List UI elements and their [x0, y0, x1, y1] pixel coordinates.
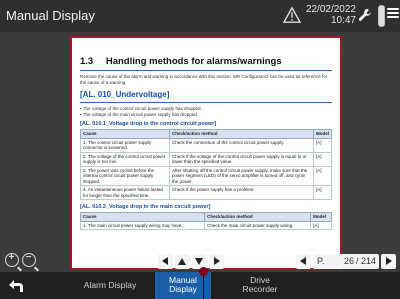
row-model: [A]: [312, 185, 333, 200]
pointer-cursor: [199, 267, 208, 276]
row-number: 3.: [83, 167, 87, 173]
cause-table-1: Cause Check/action method Model 1. The c…: [79, 129, 333, 200]
cause-table-2: Cause Check/action method Model 1. The m…: [79, 212, 332, 230]
row-cause: The main circuit power supply wiring may…: [87, 222, 185, 228]
row-check: Check if the power supply has a problem.: [169, 185, 314, 200]
next-page-icon: [386, 257, 392, 265]
col-check: Check/action method: [169, 129, 314, 139]
document-viewer[interactable]: 1.3 Handling methods for alarms/warnings…: [2, 32, 398, 272]
row-model: [A]: [312, 165, 333, 186]
col-cause: Cause: [79, 212, 206, 222]
date-text: 22/02/2022: [305, 4, 356, 15]
heading-rule: [80, 70, 332, 71]
scroll-left-button[interactable]: [158, 254, 173, 269]
row-model: [A]: [312, 137, 333, 153]
row-check: Check if the voltage of the control circ…: [169, 151, 314, 167]
col-model: Model: [312, 129, 333, 139]
col-check: Check/action method: [204, 212, 312, 222]
row-model: [A]: [310, 220, 332, 230]
row-check: Check the main circuit power supply wiri…: [204, 220, 312, 230]
back-icon[interactable]: [8, 279, 24, 293]
row-cause: An instantaneous power failure lasted fo…: [83, 187, 163, 198]
col-cause: Cause: [79, 129, 171, 139]
section-heading: 1.3 Handling methods for alarms/warnings: [80, 56, 332, 67]
warning-icon[interactable]: [283, 6, 301, 24]
zoom-out-icon[interactable]: −: [22, 252, 36, 267]
prev-page-button[interactable]: [296, 254, 311, 269]
wrench-icon[interactable]: [358, 8, 372, 22]
scroll-right-button[interactable]: [209, 254, 224, 269]
row-cause: The power was cycled before the internal…: [83, 167, 154, 184]
row-model: [A]: [312, 151, 333, 167]
tab-drive-recorder[interactable]: Drive Recorder: [232, 272, 288, 299]
page-indicator[interactable]: P. 26 / 214: [313, 254, 379, 269]
manual-page[interactable]: 1.3 Handling methods for alarms/warnings…: [70, 36, 342, 270]
row-cause: The control circuit power supply connect…: [83, 139, 152, 151]
arrow-left-icon: [162, 257, 168, 265]
header-bar: Manual Display 22/02/2022 10:47: [0, 0, 400, 32]
arrow-right-icon: [214, 257, 220, 265]
section-number: 1.3: [80, 56, 94, 67]
subheading-1: [AL. 010.1_Voltage drop in the control c…: [80, 121, 217, 127]
menu-icon[interactable]: [387, 8, 399, 20]
next-page-button[interactable]: [381, 254, 396, 269]
gauge-icon[interactable]: [378, 5, 385, 27]
row-cause: The voltage of the control circuit power…: [83, 153, 166, 165]
time-text: 10:47: [330, 15, 356, 26]
prev-page-icon: [300, 257, 306, 265]
arrow-up-icon: [178, 258, 186, 265]
section-title: Handling methods for alarms/warnings: [105, 56, 282, 67]
row-check: After shutting off the control circuit p…: [169, 165, 314, 186]
row-check: Check the connection of the control circ…: [169, 137, 314, 153]
col-model: Model: [310, 212, 332, 222]
datetime: 22/02/2022 10:47: [302, 4, 356, 26]
bullet-2: • The voltage of the main circuit power …: [80, 111, 199, 117]
table-row: 4. An instantaneous power failure lasted…: [79, 185, 333, 200]
alarm-heading: [AL. 010_Undervoltage]: [80, 90, 170, 99]
row-number: 1.: [83, 139, 87, 145]
scroll-up-button[interactable]: [175, 254, 190, 269]
screen: Manual Display 22/02/2022 10:47 1.3 Hand…: [0, 0, 400, 299]
row-number: 1.: [83, 222, 87, 228]
page-label: P.: [317, 256, 325, 266]
zoom-in-icon[interactable]: +: [5, 252, 19, 267]
row-number: 2.: [83, 153, 87, 159]
alarm-rule: [80, 102, 332, 103]
table-row: 3. The power was cycled before the inter…: [79, 165, 333, 186]
bottom-nav: Alarm Display Manual Display Drive Recor…: [0, 272, 400, 299]
current-page[interactable]: 26: [337, 256, 354, 266]
intro-text: Remove the cause of the alarm and warnin…: [80, 74, 328, 85]
tab-alarm-display[interactable]: Alarm Display: [76, 272, 144, 299]
total-pages: / 214: [356, 256, 377, 266]
arrow-down-icon: [195, 258, 203, 265]
table-row: 1. The control circuit power supply conn…: [79, 137, 333, 153]
page-title: Manual Display: [6, 8, 95, 23]
table-row: 1. The main circuit power supply wiring …: [79, 220, 332, 230]
row-number: 4.: [83, 187, 87, 192]
subheading-2: [AL. 010.2_Voltage drop in the main circ…: [80, 204, 211, 210]
table-row: 2. The voltage of the control circuit po…: [79, 151, 333, 167]
